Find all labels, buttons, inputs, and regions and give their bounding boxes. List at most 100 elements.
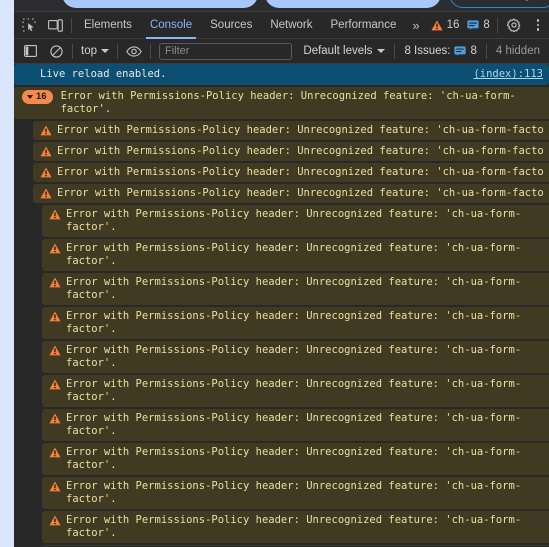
banner-button-switch-language[interactable]: Switch DevTools to Spanish <box>265 0 441 8</box>
console-warning-row[interactable]: Error with Permissions-Policy header: Un… <box>33 184 549 203</box>
console-warning-row[interactable]: Error with Permissions-Policy header: Un… <box>42 239 549 271</box>
inspect-element-icon[interactable] <box>16 13 42 38</box>
log-levels-dropdown[interactable]: Default levels <box>297 45 391 57</box>
console-warning-row[interactable]: Error with Permissions-Policy header: Un… <box>33 142 549 161</box>
page-content-edge <box>0 0 14 547</box>
toolbar-divider-2 <box>496 17 498 33</box>
warning-triangle-icon <box>49 277 61 288</box>
clear-console-icon[interactable] <box>43 39 69 64</box>
devtools-screenshot: Always match Chrome's language Switch De… <box>0 0 549 547</box>
language-banner: Always match Chrome's language Switch De… <box>0 0 549 11</box>
filterbar-divider-1 <box>72 43 73 59</box>
kebab-menu-icon[interactable] <box>527 13 549 38</box>
warning-triangle-icon <box>40 188 52 199</box>
tab-elements[interactable]: Elements <box>75 12 141 39</box>
group-count: 16 <box>36 91 47 102</box>
console-warning-group-header[interactable]: 16 Error with Permissions-Policy header: … <box>14 87 549 119</box>
console-message-text: Error with Permissions-Policy header: Un… <box>66 412 522 437</box>
warning-triangle-icon <box>430 20 443 30</box>
sidebar-toggle-icon[interactable] <box>17 39 43 64</box>
console-warning-row[interactable]: Error with Permissions-Policy header: Un… <box>42 341 549 373</box>
console-warning-row[interactable]: Error with Permissions-Policy header: Un… <box>42 511 549 543</box>
tab-performance[interactable]: Performance <box>322 12 406 39</box>
filterbar-divider-2 <box>117 43 118 59</box>
issues-count: 8 <box>470 45 477 57</box>
issues-button[interactable]: 8 Issues: 8 <box>398 45 482 57</box>
warning-triangle-icon <box>49 209 61 220</box>
console-filter-input[interactable] <box>159 42 293 60</box>
console-message-text: Error with Permissions-Policy header: Un… <box>60 90 516 115</box>
group-collapse-badge[interactable]: 16 <box>22 90 53 104</box>
warning-triangle-icon <box>49 243 61 254</box>
filterbar-divider-4 <box>394 43 396 59</box>
console-warning-row[interactable]: Error with Permissions-Policy header: Un… <box>33 163 549 182</box>
hidden-messages-label: 4 hidden <box>495 45 540 57</box>
banner-button-match-language[interactable]: Always match Chrome's language <box>62 0 258 8</box>
warning-triangle-icon <box>40 125 52 136</box>
warning-triangle-icon <box>49 515 61 526</box>
console-message-text: Live reload enabled. <box>40 68 167 80</box>
console-message-text: Error with Permissions-Policy header: Un… <box>66 480 522 505</box>
execution-context-dropdown[interactable]: top <box>76 41 114 62</box>
console-message-text: Error with Permissions-Policy header: Un… <box>57 187 543 199</box>
console-warning-row[interactable]: Error with Permissions-Policy header: Un… <box>42 273 549 305</box>
warning-triangle-icon <box>40 167 52 178</box>
console-message-list[interactable]: Live reload enabled. (index):113 16 Error w… <box>14 64 549 546</box>
tab-network[interactable]: Network <box>261 12 321 39</box>
warning-count: 16 <box>446 19 460 31</box>
issues-bubble-icon <box>454 46 467 56</box>
banner-page-bg <box>0 0 14 11</box>
warning-triangle-icon <box>49 413 61 424</box>
eye-icon[interactable] <box>121 39 147 64</box>
more-tabs-icon[interactable]: » <box>405 13 426 38</box>
gear-icon[interactable] <box>501 13 527 38</box>
message-count: 8 <box>483 19 490 31</box>
tab-console[interactable]: Console <box>141 12 201 39</box>
console-info-row[interactable]: Live reload enabled. (index):113 <box>14 64 549 85</box>
warning-counter[interactable]: 16 <box>427 13 464 38</box>
issues-label: 8 Issues: <box>404 45 451 57</box>
warning-triangle-icon <box>49 447 61 458</box>
filterbar-divider-3 <box>150 43 151 59</box>
console-warning-row[interactable]: Error with Permissions-Policy header: Un… <box>42 409 549 441</box>
execution-context-value: top <box>81 44 97 57</box>
message-counter[interactable]: 8 <box>463 13 493 38</box>
triangle-down-icon <box>27 95 33 99</box>
console-message-text: Error with Permissions-Policy header: Un… <box>66 344 522 369</box>
warning-triangle-icon <box>49 311 61 322</box>
console-warning-row[interactable]: Error with Permissions-Policy header: Un… <box>42 307 549 339</box>
console-message-text: Error with Permissions-Policy header: Un… <box>57 124 543 136</box>
devtools-panel: Elements Console Sources Network Perform… <box>14 11 549 547</box>
console-warning-row[interactable]: Error with Permissions-Policy header: Un… <box>42 205 549 237</box>
console-message-text: Error with Permissions-Policy header: Un… <box>66 242 522 267</box>
banner-button-dont-show-again[interactable]: Don't show again <box>449 0 549 8</box>
console-warning-row[interactable]: Error with Permissions-Policy header: Un… <box>42 443 549 475</box>
console-warning-row[interactable]: Error with Permissions-Policy header: Un… <box>42 477 549 509</box>
console-filterbar: top Default levels 8 Issues: <box>14 39 549 64</box>
filterbar-divider-5 <box>485 43 487 59</box>
console-message-text: Error with Permissions-Policy header: Un… <box>66 208 522 233</box>
console-warning-row[interactable]: Error with Permissions-Policy header: Un… <box>42 375 549 407</box>
console-message-text: Error with Permissions-Policy header: Un… <box>57 166 543 178</box>
console-warning-row[interactable]: Error with Permissions-Policy header: Un… <box>42 545 549 546</box>
log-levels-label: Default levels <box>303 45 373 57</box>
console-message-text: Error with Permissions-Policy header: Un… <box>66 378 522 403</box>
toolbar-divider <box>71 17 72 33</box>
console-message-text: Error with Permissions-Policy header: Un… <box>66 276 522 301</box>
console-warning-row[interactable]: Error with Permissions-Policy header: Un… <box>33 121 549 140</box>
devtools-tabbar: Elements Console Sources Network Perform… <box>14 12 549 39</box>
chevron-down-icon-levels <box>377 49 386 53</box>
message-bubble-icon <box>467 20 479 30</box>
console-source-link[interactable]: (index):113 <box>473 68 543 81</box>
chevron-down-icon <box>101 49 109 53</box>
console-message-text: Error with Permissions-Policy header: Un… <box>66 514 522 539</box>
warning-triangle-icon <box>49 379 61 390</box>
tab-sources[interactable]: Sources <box>201 12 261 39</box>
console-message-text: Error with Permissions-Policy header: Un… <box>66 446 522 471</box>
warning-triangle-icon <box>49 481 61 492</box>
console-message-text: Error with Permissions-Policy header: Un… <box>57 145 543 157</box>
warning-triangle-icon <box>40 146 52 157</box>
device-toolbar-icon[interactable] <box>42 13 68 38</box>
console-message-text: Error with Permissions-Policy header: Un… <box>66 310 522 335</box>
warning-triangle-icon <box>49 345 61 356</box>
